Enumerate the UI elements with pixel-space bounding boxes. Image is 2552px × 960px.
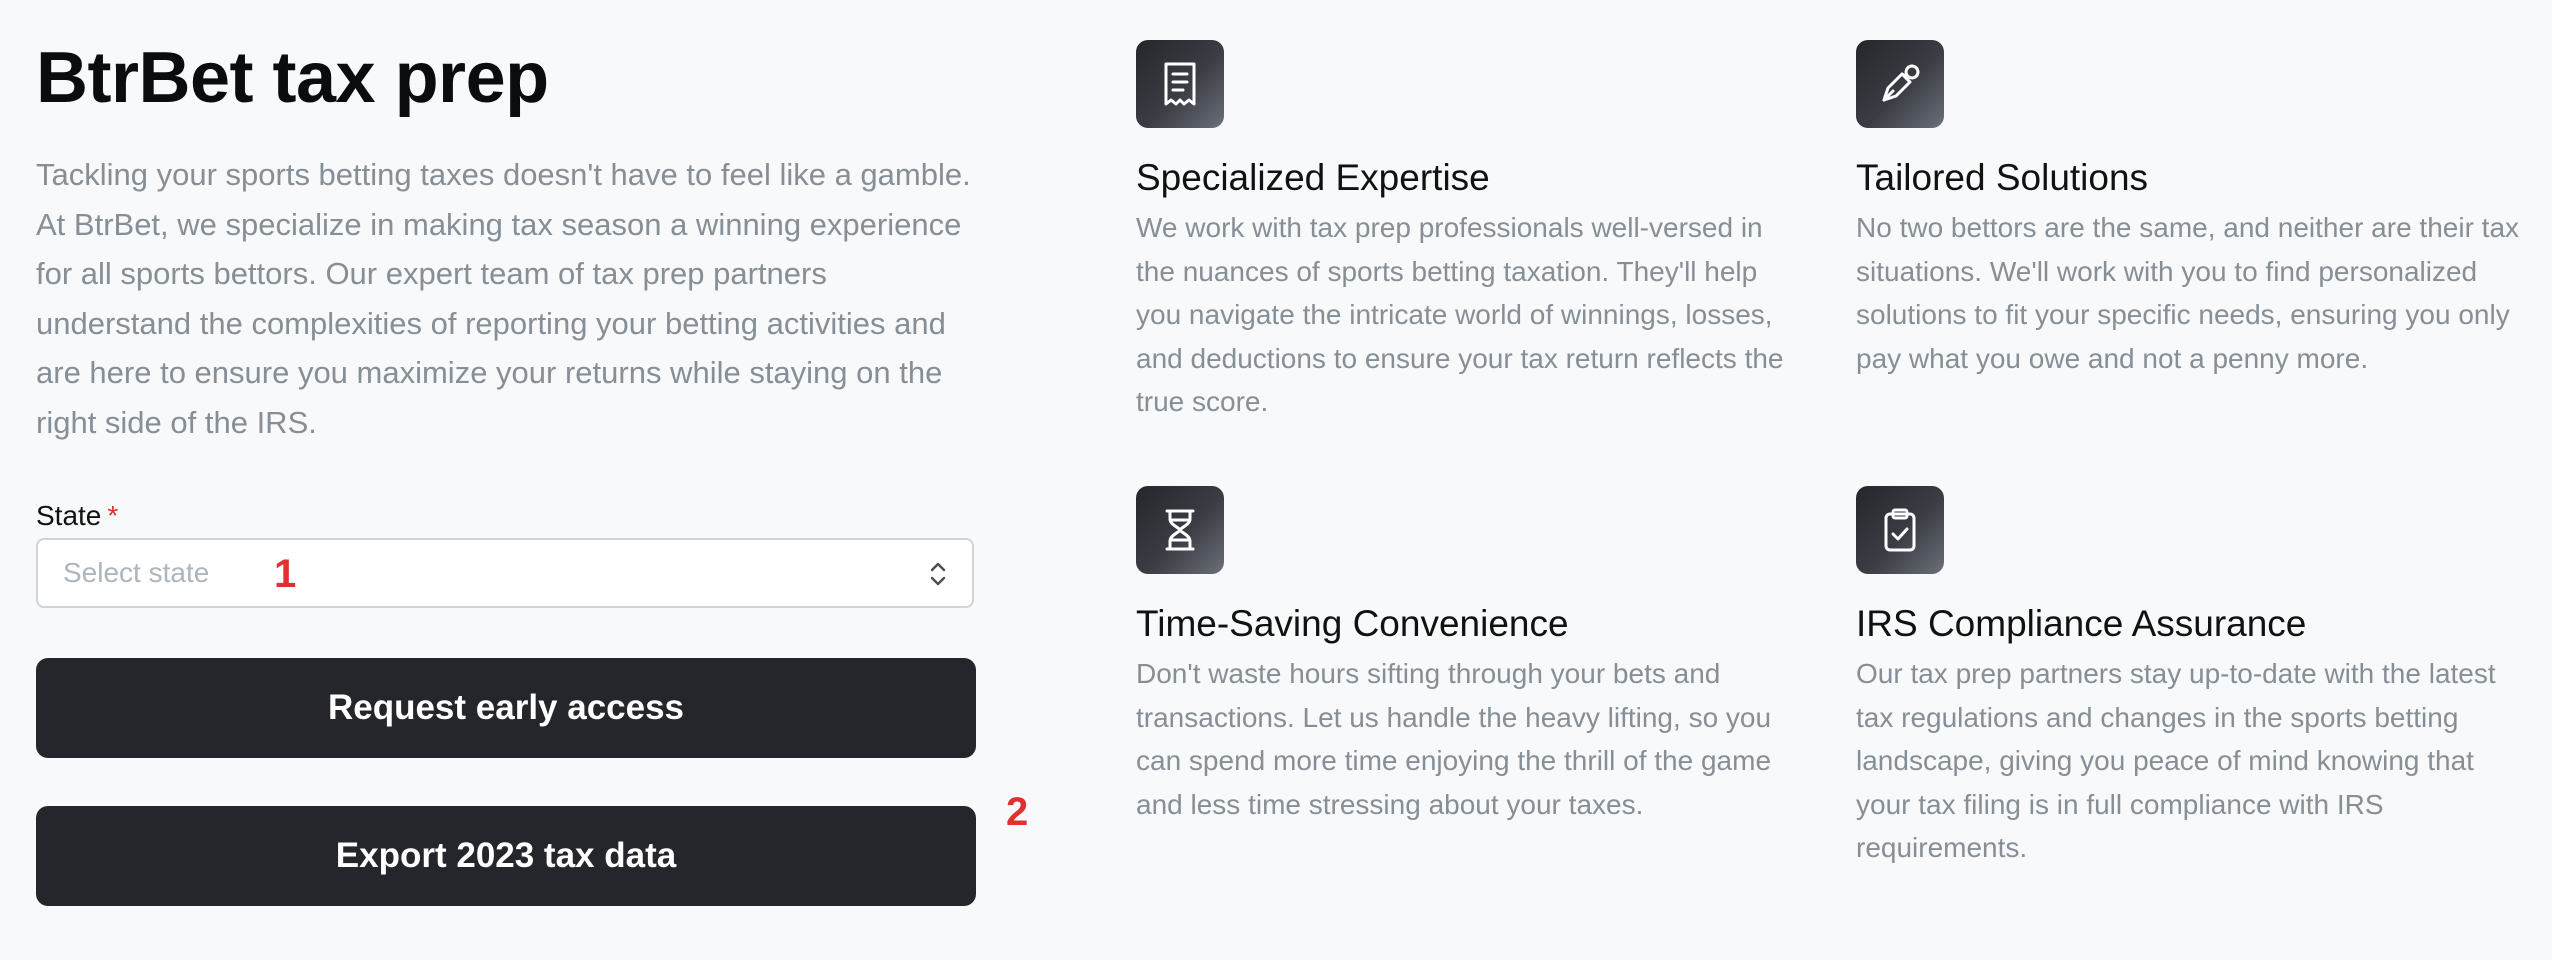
- state-select-placeholder: Select state: [63, 557, 210, 588]
- page-title: BtrBet tax prep: [36, 38, 549, 118]
- feature-title: Tailored Solutions: [1856, 157, 2149, 198]
- state-field-label: State *: [36, 496, 118, 536]
- pen-tool-icon: [1856, 40, 1944, 128]
- state-select[interactable]: Select state: [36, 538, 974, 608]
- request-early-access-button[interactable]: Request early access: [36, 658, 976, 758]
- receipt-icon: [1136, 40, 1224, 128]
- chevron-up-down-icon: [926, 560, 950, 588]
- page-description: Tackling your sports betting taxes doesn…: [36, 157, 971, 440]
- feature-text: Don't waste hours sifting through your b…: [1136, 658, 1772, 820]
- state-label-text: State: [36, 500, 102, 531]
- feature-specialized-expertise: Specialized Expertise We work with tax p…: [1136, 40, 1816, 417]
- feature-text: Our tax prep partners stay up-to-date wi…: [1856, 658, 2496, 863]
- feature-irs-compliance-assurance: IRS Compliance Assurance Our tax prep pa…: [1856, 486, 2536, 863]
- feature-title: IRS Compliance Assurance: [1856, 603, 2307, 644]
- annotation-marker-1: 1: [274, 552, 297, 596]
- page: BtrBet tax prep Tackling your sports bet…: [0, 0, 2552, 960]
- feature-time-saving-convenience: Time-Saving Convenience Don't waste hour…: [1136, 486, 1816, 820]
- feature-tailored-solutions: Tailored Solutions No two bettors are th…: [1856, 40, 2536, 374]
- annotation-marker-2: 2: [1006, 790, 1029, 834]
- feature-text: No two bettors are the same, and neither…: [1856, 212, 2520, 374]
- export-tax-data-button[interactable]: Export 2023 tax data: [36, 806, 976, 906]
- clipboard-check-icon: [1856, 486, 1944, 574]
- hourglass-icon: [1136, 486, 1224, 574]
- feature-title: Specialized Expertise: [1136, 157, 1490, 198]
- required-asterisk: *: [107, 500, 119, 531]
- feature-text: We work with tax prep professionals well…: [1136, 212, 1784, 417]
- feature-title: Time-Saving Convenience: [1136, 603, 1569, 644]
